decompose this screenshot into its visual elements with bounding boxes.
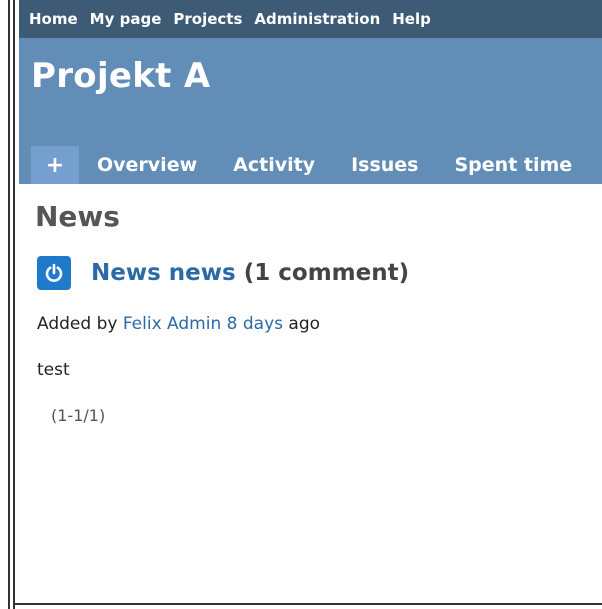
app-window: Home My page Projects Administration Hel… — [19, 0, 602, 603]
project-header: Projekt A + Overview Activity Issues Spe… — [19, 38, 602, 184]
top-menu-projects[interactable]: Projects — [173, 10, 242, 28]
top-menu-help[interactable]: Help — [392, 10, 431, 28]
news-body: test — [37, 360, 70, 380]
top-menu: Home My page Projects Administration Hel… — [19, 0, 602, 38]
page-title: News — [35, 200, 120, 233]
frame-border-outer — [8, 0, 10, 609]
top-menu-my-page[interactable]: My page — [90, 10, 162, 28]
news-item-header: News news (1 comment) — [37, 256, 409, 290]
top-menu-home[interactable]: Home — [29, 10, 78, 28]
pagination-info: (1-1/1) — [51, 406, 106, 425]
age-link[interactable]: 8 days — [227, 314, 283, 334]
tab-activity[interactable]: Activity — [233, 154, 315, 176]
news-author-line: Added by Felix Admin 8 days ago — [37, 314, 320, 334]
frame-border-inner — [13, 0, 15, 609]
news-title: News news (1 comment) — [91, 260, 409, 286]
project-title[interactable]: Projekt A — [31, 56, 210, 96]
tab-overview[interactable]: Overview — [97, 154, 197, 176]
top-menu-administration[interactable]: Administration — [254, 10, 380, 28]
added-by-label: Added by — [37, 314, 118, 334]
power-icon-glyph — [45, 263, 63, 282]
tab-issues[interactable]: Issues — [351, 154, 418, 176]
news-comment-count: (1 comment) — [243, 260, 410, 286]
top-menu-list: Home My page Projects Administration Hel… — [19, 0, 602, 38]
tab-spent-time[interactable]: Spent time — [455, 154, 573, 176]
project-tabs: + Overview Activity Issues Spent time — [31, 146, 602, 184]
author-link[interactable]: Felix Admin — [123, 314, 221, 334]
new-object-tab[interactable]: + — [31, 146, 79, 184]
main-content: News News news (1 comment) Added by Feli… — [19, 184, 602, 603]
news-title-link[interactable]: News news — [91, 260, 236, 286]
age-suffix: ago — [288, 314, 321, 334]
frame-border-bottom — [13, 603, 602, 605]
power-icon — [37, 256, 71, 290]
